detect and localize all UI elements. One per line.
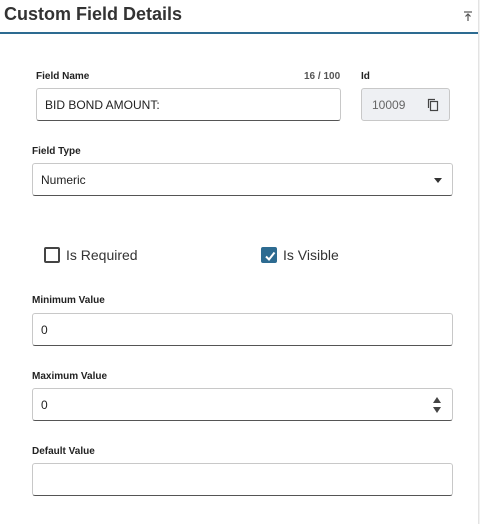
is-visible-checkbox[interactable]: Is Visible <box>261 247 339 263</box>
field-type-select[interactable]: Numeric <box>32 163 453 196</box>
collapse-up-icon[interactable] <box>462 10 474 22</box>
checkbox-checked-icon[interactable] <box>261 247 277 263</box>
custom-field-details-panel: Custom Field Details Field Name 16 / 100… <box>0 0 479 524</box>
field-name-label: Field Name <box>36 71 90 82</box>
minimum-value-label: Minimum Value <box>32 295 105 306</box>
maximum-value-value: 0 <box>41 398 48 412</box>
field-name-counter: 16 / 100 <box>304 71 341 82</box>
id-field: 10009 <box>361 88 450 121</box>
minimum-value-input[interactable]: 0 <box>32 313 453 346</box>
id-label: Id <box>361 71 370 82</box>
panel-title: Custom Field Details <box>4 4 183 24</box>
maximum-value-label: Maximum Value <box>32 371 108 382</box>
is-visible-label: Is Visible <box>283 247 339 263</box>
chevron-down-icon <box>434 178 442 183</box>
default-value-input[interactable] <box>32 463 453 496</box>
id-value: 10009 <box>372 98 406 112</box>
panel-header: Custom Field Details <box>0 0 478 34</box>
field-type-selected: Numeric <box>41 173 86 187</box>
is-required-checkbox[interactable]: Is Required <box>44 247 138 263</box>
spinner-icon[interactable] <box>432 396 442 414</box>
checkbox-unchecked-icon[interactable] <box>44 247 60 263</box>
field-type-label: Field Type <box>32 146 81 157</box>
default-value-label: Default Value <box>32 446 95 457</box>
field-name-input[interactable]: BID BOND AMOUNT: <box>36 88 341 121</box>
maximum-value-input[interactable]: 0 <box>32 388 453 421</box>
copy-icon[interactable] <box>427 98 439 112</box>
is-required-label: Is Required <box>66 247 138 263</box>
minimum-value-value: 0 <box>41 323 48 337</box>
field-name-value: BID BOND AMOUNT: <box>45 98 160 112</box>
